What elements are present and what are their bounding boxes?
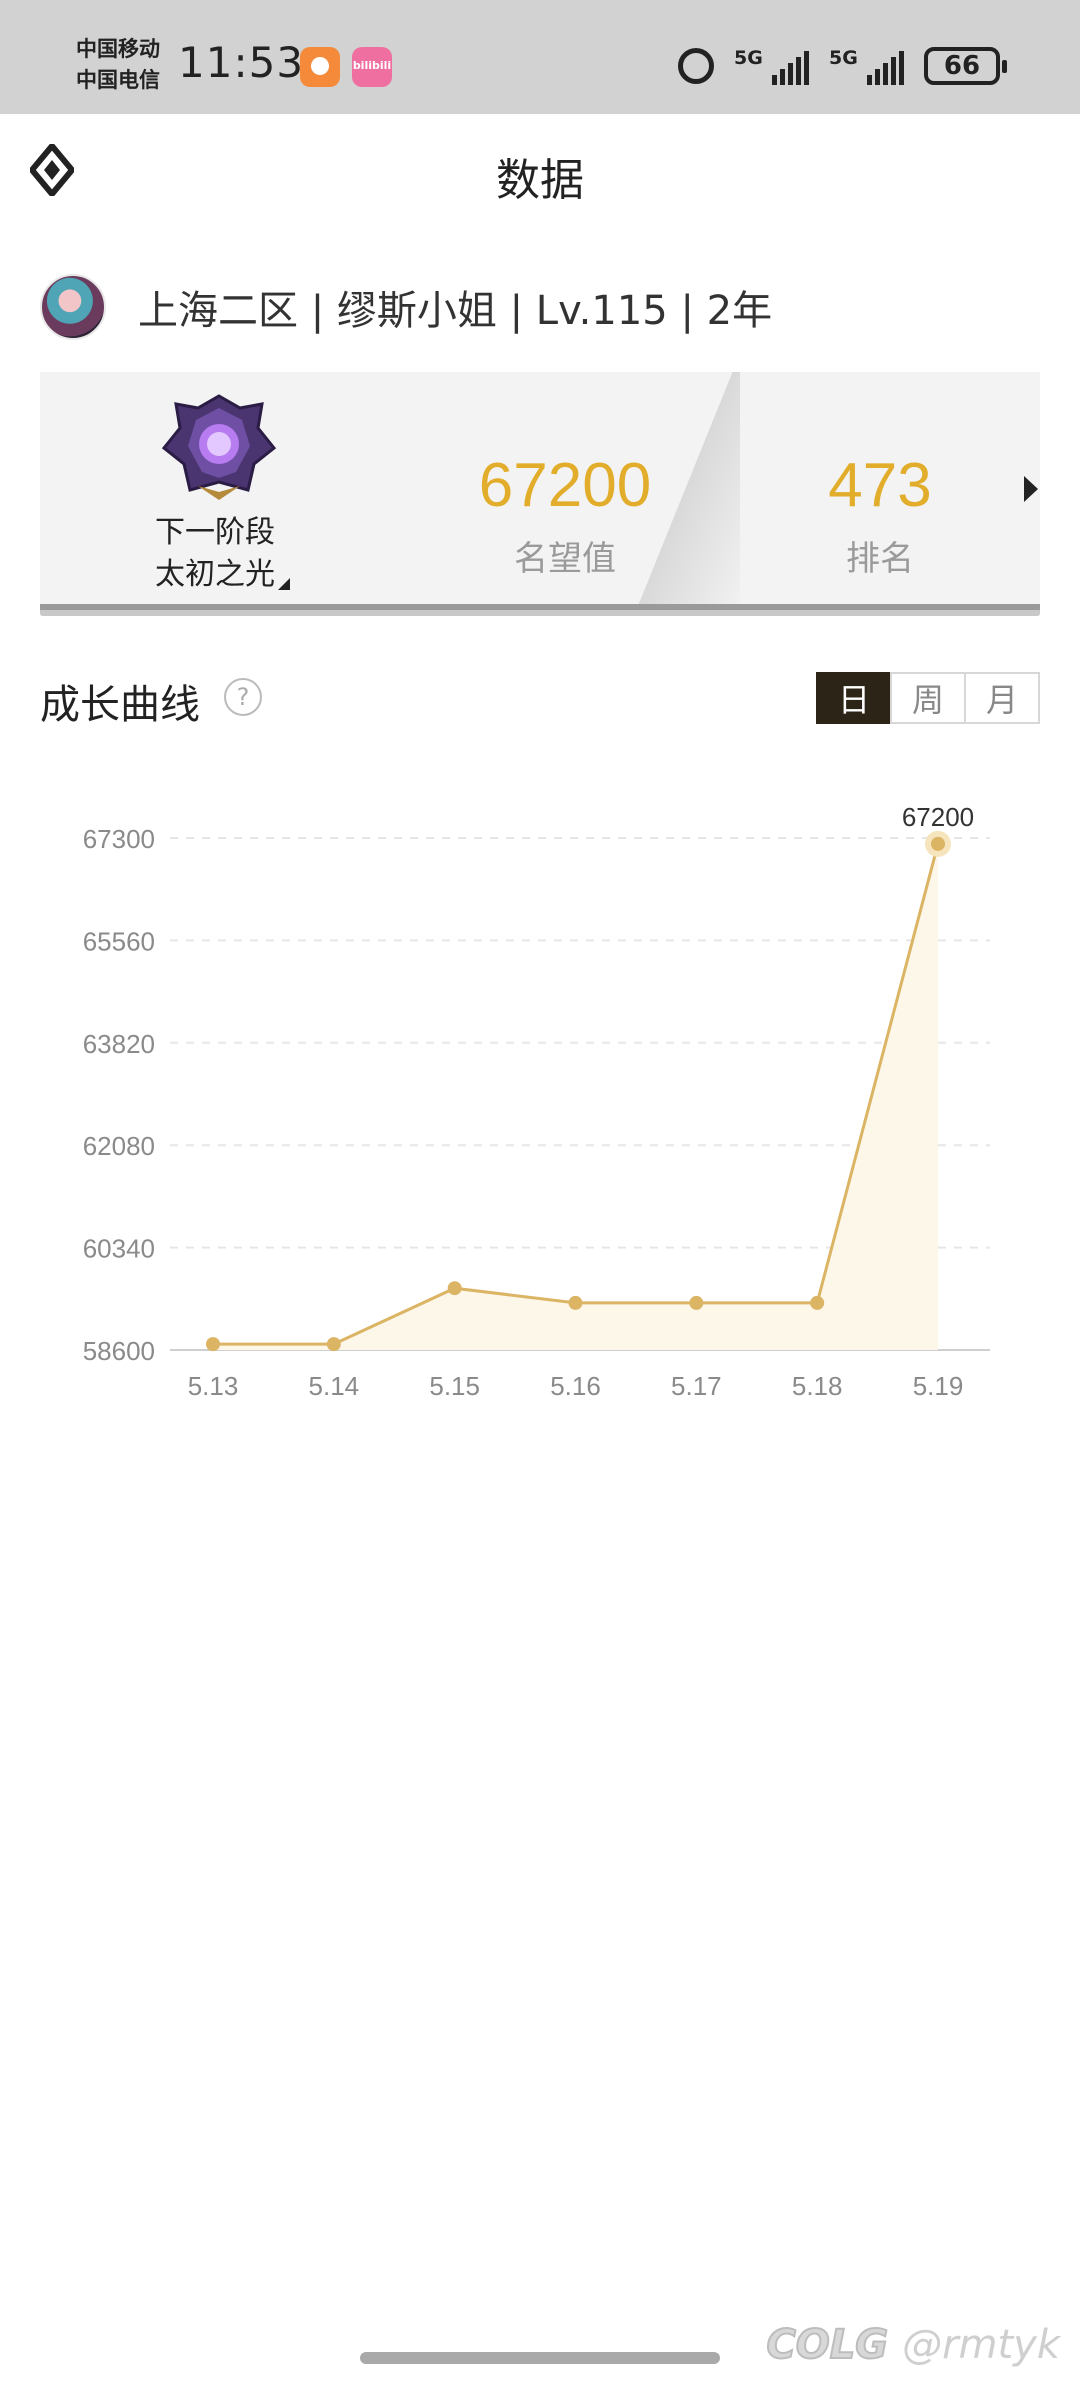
data-label: 67200 bbox=[902, 802, 974, 832]
next-stage-label: 下一阶段 bbox=[155, 515, 275, 550]
y-tick-label: 63820 bbox=[83, 1029, 155, 1059]
status-bar: 中国移动 中国电信 11:53 bilibili 5G 5G 66 bbox=[0, 0, 1080, 114]
signal-icon-1: 5G bbox=[734, 47, 809, 85]
rank-emblem-icon[interactable] bbox=[161, 394, 277, 502]
tab-week[interactable]: 周 bbox=[890, 672, 966, 724]
home-indicator[interactable] bbox=[360, 2352, 720, 2364]
corner-triangle-icon bbox=[278, 578, 290, 590]
alarm-icon bbox=[678, 48, 714, 84]
status-indicators: 5G 5G 66 bbox=[678, 44, 1007, 88]
tab-day[interactable]: 日 bbox=[816, 672, 892, 724]
rank-card: 下一阶段 太初之光 67200 名望值 473 排名 bbox=[40, 372, 1040, 616]
y-tick-label: 58600 bbox=[83, 1336, 155, 1366]
rank-label: 排名 bbox=[846, 539, 914, 579]
y-tick-label: 67300 bbox=[83, 824, 155, 854]
avatar[interactable] bbox=[40, 274, 106, 340]
next-arrow-icon[interactable] bbox=[1024, 476, 1038, 502]
profile-row: 上海二区 | 缪斯小姐 | Lv.115 | 2年 bbox=[40, 272, 772, 342]
help-icon[interactable]: ? bbox=[224, 678, 262, 716]
status-time: 11:53 bbox=[178, 38, 305, 87]
y-tick-label: 60340 bbox=[83, 1234, 155, 1264]
data-point bbox=[931, 836, 945, 851]
reputation-label: 名望值 bbox=[514, 539, 616, 579]
x-tick-label: 5.19 bbox=[913, 1371, 964, 1401]
tab-month[interactable]: 月 bbox=[964, 672, 1040, 724]
battery-icon: 66 bbox=[924, 47, 1007, 85]
period-tabs: 日 周 月 bbox=[816, 672, 1040, 724]
profile-info: 上海二区 | 缪斯小姐 | Lv.115 | 2年 bbox=[138, 288, 773, 334]
growth-title: 成长曲线 bbox=[40, 682, 200, 728]
card-scrollbar bbox=[40, 604, 1040, 616]
bilibili-app-icon: bilibili bbox=[352, 47, 392, 87]
data-point bbox=[810, 1295, 825, 1310]
x-tick-label: 5.15 bbox=[429, 1371, 480, 1401]
x-tick-label: 5.13 bbox=[188, 1371, 239, 1401]
page-header: 数据 bbox=[0, 114, 1080, 232]
x-tick-label: 5.18 bbox=[792, 1371, 843, 1401]
rank-value: 473 bbox=[828, 451, 932, 520]
watermark: COLG @rmtyk bbox=[765, 2321, 1060, 2369]
data-point bbox=[568, 1295, 583, 1310]
x-tick-label: 5.17 bbox=[671, 1371, 722, 1401]
next-stage-name: 太初之光 bbox=[155, 557, 275, 592]
reputation-value: 67200 bbox=[478, 451, 652, 520]
signal-icon-2: 5G bbox=[829, 47, 904, 85]
growth-chart-svg: 67300 65560 63820 62080 60340 58600 5.13 5.14 5.… bbox=[83, 802, 990, 1401]
carrier-2: 中国电信 bbox=[76, 68, 160, 92]
rank-stat: 473 排名 bbox=[780, 450, 980, 580]
reputation-stat: 67200 名望值 bbox=[440, 450, 690, 580]
carrier-1: 中国移动 bbox=[76, 37, 160, 61]
x-tick-label: 5.16 bbox=[550, 1371, 601, 1401]
data-point bbox=[326, 1337, 341, 1352]
growth-chart: 67300 65560 63820 62080 60340 58600 5.13 5.14 5.… bbox=[0, 780, 1080, 1420]
notification-app-icon bbox=[300, 47, 340, 87]
data-point bbox=[206, 1337, 220, 1352]
network-type-1: 5G bbox=[734, 47, 763, 69]
next-stage: 下一阶段 太初之光 bbox=[100, 512, 330, 596]
x-tick-label: 5.14 bbox=[309, 1371, 360, 1401]
y-tick-label: 62080 bbox=[83, 1131, 155, 1161]
watermark-brand: COLG bbox=[765, 2321, 889, 2369]
area-fill bbox=[213, 843, 938, 1350]
carrier-labels: 中国移动 中国电信 bbox=[76, 34, 160, 96]
network-type-2: 5G bbox=[829, 47, 858, 69]
page-title: 数据 bbox=[496, 155, 584, 206]
data-point bbox=[689, 1295, 704, 1310]
y-tick-label: 65560 bbox=[83, 926, 155, 956]
data-point bbox=[447, 1281, 462, 1296]
watermark-handle: @rmtyk bbox=[902, 2322, 1060, 2368]
